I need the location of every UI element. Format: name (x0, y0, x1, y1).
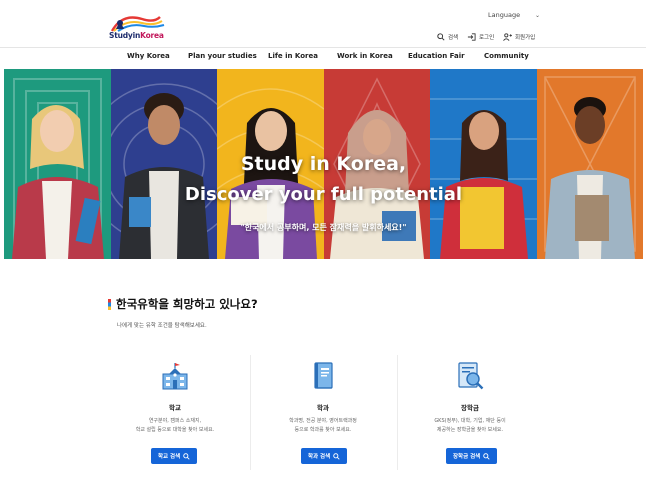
section-title-text: 한국유학을 희망하고 있나요? (116, 297, 258, 311)
card-desc-line: 연구분야, 캠퍼스 소재지, (148, 418, 202, 424)
search-card-department: 학과 학과명, 전공 분야, 영어트랙과정 등으로 학과를 찾아 보세요. 학과… (249, 355, 397, 470)
school-search-button-label: 학교 검색 (158, 454, 181, 460)
logo-wordmark: StudyinKorea (109, 31, 164, 40)
login-label: 로그인 (479, 35, 495, 41)
site-header: StudyinKorea Language ⌄ 검색 로그인 회원가입 (0, 0, 646, 47)
card-desc-line: 등으로 학과를 찾아 보세요. (294, 427, 352, 433)
scholarship-search-button[interactable]: 장학금 검색 (446, 448, 498, 464)
school-search-button[interactable]: 학교 검색 (151, 448, 198, 464)
signup-link[interactable]: 회원가입 (503, 31, 535, 43)
card-title-school: 학교 (169, 404, 181, 412)
hero-banner: Study in Korea, Discover your full poten… (4, 69, 643, 259)
search-icon (483, 452, 490, 460)
search-icon (183, 452, 190, 460)
search-label: 검색 (448, 35, 459, 41)
scholarship-search-button-label: 장학금 검색 (453, 454, 481, 460)
student-photo-3 (225, 108, 317, 259)
nav-item-life-in-korea[interactable]: Life in Korea (268, 52, 318, 60)
department-search-button-label: 학과 검색 (308, 454, 331, 460)
student-photo-4 (330, 110, 424, 259)
section-title: 한국유학을 희망하고 있나요? (108, 296, 258, 312)
signup-label: 회원가입 (515, 35, 536, 41)
main-nav: Why Korea Plan your studies Life in Kore… (0, 48, 646, 67)
search-link[interactable]: 검색 (437, 31, 458, 43)
card-desc-department: 학과명, 전공 분야, 영어트랙과정 등으로 학과를 찾아 보세요. (263, 417, 383, 435)
search-card-school: 학교 연구분야, 캠퍼스 소재지, 학교 설립 등으로 대학을 찾아 보세요. … (101, 355, 249, 470)
card-desc-line: 제공하는 장학금을 찾아 보세요. (436, 427, 504, 433)
nav-item-community[interactable]: Community (484, 52, 529, 60)
student-photo-5 (440, 110, 528, 259)
nav-item-why-korea[interactable]: Why Korea (127, 52, 170, 60)
section-title-bar (108, 298, 111, 310)
study-in-korea-logo[interactable]: StudyinKorea (108, 13, 166, 43)
hero-title-line2: Discover your full potential (184, 184, 463, 205)
logo-swoosh-icon (110, 16, 165, 32)
chevron-down-icon: ⌄ (534, 11, 540, 19)
language-select[interactable]: Language ⌄ (488, 9, 540, 21)
user-plus-icon (503, 33, 512, 41)
card-desc-line: 학교 설립 등으로 대학을 찾아 보세요. (135, 427, 215, 433)
card-title-scholarship: 장학금 (461, 404, 479, 412)
section-description: 나에게 맞는 유학 조건을 탐색해보세요. (117, 323, 207, 329)
hero-subtitle: "한국에서 공부하며, 모든 잠재력을 발휘하세요!" (240, 223, 407, 232)
book-icon (314, 362, 333, 389)
search-icon (333, 452, 340, 460)
nav-item-plan-your-studies[interactable]: Plan your studies (188, 52, 257, 60)
language-label: Language (488, 11, 521, 19)
school-building-icon (162, 363, 188, 390)
card-desc-line: 학과명, 전공 분야, 영어트랙과정 (289, 418, 357, 424)
nav-item-work-in-korea[interactable]: Work in Korea (337, 52, 393, 60)
hero-title-line1: Study in Korea, (240, 153, 407, 175)
login-link[interactable]: 로그인 (467, 31, 494, 43)
login-icon (467, 33, 476, 41)
department-search-button[interactable]: 학과 검색 (301, 448, 348, 464)
card-desc-line: GKS(정부), 대학, 기업, 재단 등이 (434, 418, 506, 424)
card-desc-school: 연구분야, 캠퍼스 소재지, 학교 설립 등으로 대학을 찾아 보세요. (115, 417, 235, 435)
search-icon (437, 33, 445, 41)
search-card-scholarship: 장학금 GKS(정부), 대학, 기업, 재단 등이 제공하는 장학금을 찾아 … (396, 355, 544, 470)
card-desc-scholarship: GKS(정부), 대학, 기업, 재단 등이 제공하는 장학금을 찾아 보세요. (410, 417, 530, 435)
card-title-department: 학과 (317, 404, 329, 412)
nav-item-education-fair[interactable]: Education Fair (408, 52, 465, 60)
student-photo-6 (545, 97, 635, 259)
document-search-icon (458, 362, 484, 390)
